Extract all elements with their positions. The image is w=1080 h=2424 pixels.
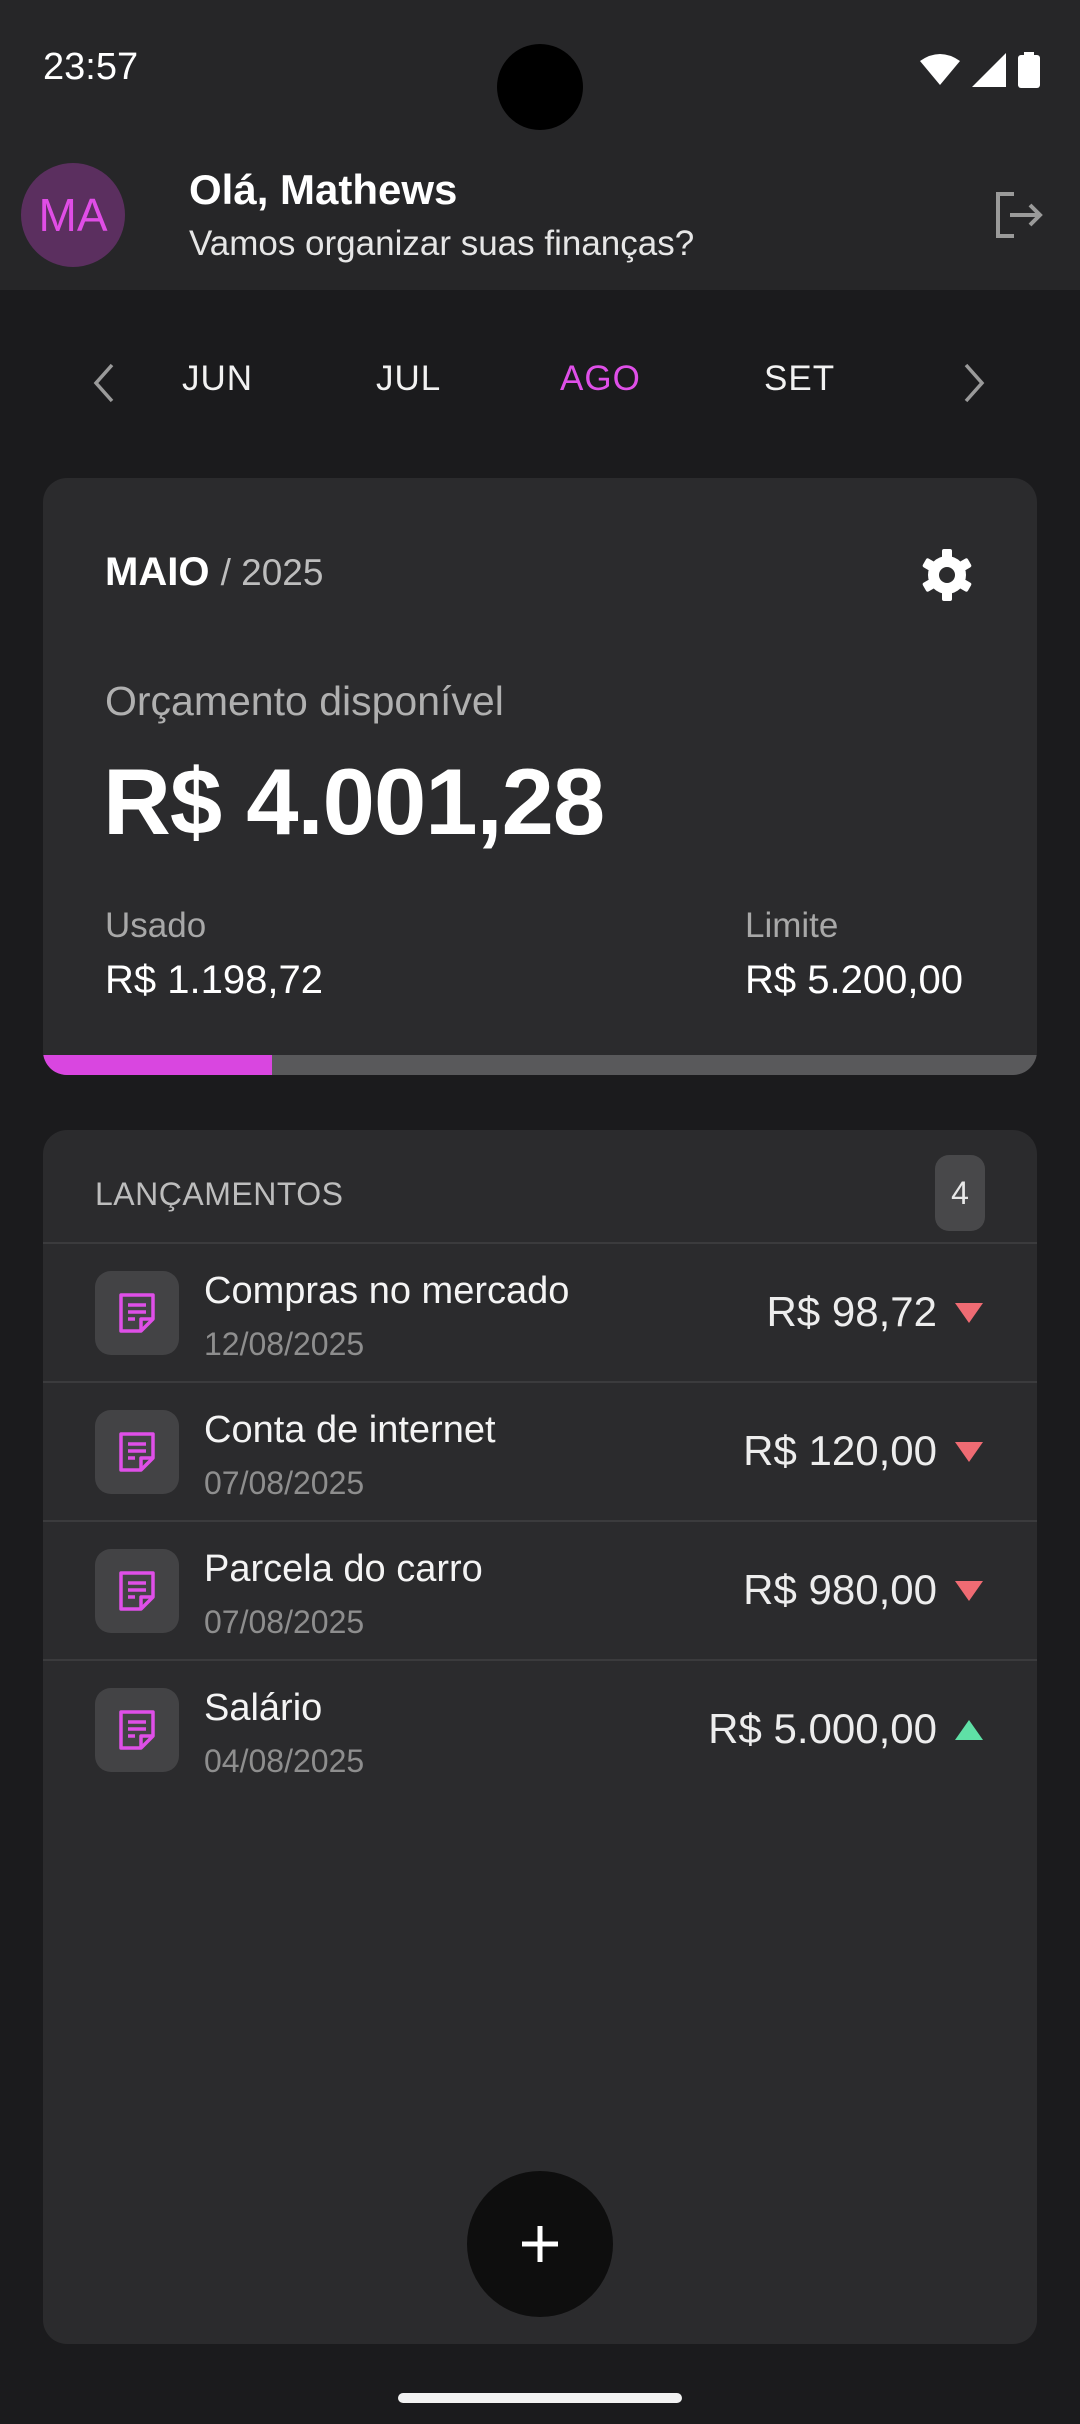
arrow-down-icon — [955, 1303, 983, 1323]
transaction-name: Compras no mercado — [204, 1270, 570, 1312]
wifi-icon — [920, 54, 960, 85]
transactions-count-badge: 4 — [935, 1155, 985, 1231]
month-jun[interactable]: JUN — [182, 359, 253, 399]
budget-period: MAIO / 2025 — [105, 550, 323, 595]
transactions-title: LANÇAMENTOS — [95, 1176, 344, 1212]
gear-icon[interactable] — [917, 545, 977, 605]
transaction-amount: R$ 98,72 — [766, 1288, 937, 1335]
battery-icon — [1018, 52, 1040, 88]
transaction-name: Conta de internet — [204, 1409, 496, 1451]
budget-card: MAIO / 2025 Orçamento disponível R$ 4.00… — [43, 478, 1037, 1075]
available-label: Orçamento disponível — [105, 678, 504, 724]
plus-icon — [522, 2226, 558, 2262]
available-value: R$ 4.001,28 — [103, 749, 605, 854]
app-screen: 23:57 MA Olá, Mathews Vamos organizar su… — [0, 0, 1080, 2424]
greeting-text: Olá, Mathews — [189, 166, 458, 213]
transaction-date: 07/08/2025 — [204, 1604, 365, 1640]
home-indicator[interactable] — [398, 2393, 682, 2403]
avatar[interactable]: MA — [21, 163, 125, 267]
transaction-row[interactable]: Conta de internet 07/08/2025 R$ 120,00 — [43, 1383, 1037, 1522]
logout-icon[interactable] — [992, 188, 1046, 242]
transaction-row[interactable]: Compras no mercado 12/08/2025 R$ 98,72 — [43, 1244, 1037, 1383]
transaction-name: Salário — [204, 1687, 323, 1729]
budget-progress-fill — [43, 1055, 273, 1075]
month-ago[interactable]: AGO — [560, 359, 641, 399]
used-value: R$ 1.198,72 — [105, 958, 323, 1002]
transaction-amount: R$ 5.000,00 — [708, 1705, 937, 1752]
transaction-date: 12/08/2025 — [204, 1326, 365, 1362]
front-camera — [497, 44, 583, 130]
month-jul[interactable]: JUL — [376, 359, 441, 399]
signal-icon — [972, 53, 1006, 87]
receipt-icon — [95, 1688, 179, 1772]
budget-progress-bar — [43, 1055, 1037, 1075]
month-selector: JUN JUL AGO SET — [0, 345, 1080, 421]
transaction-name: Parcela do carro — [204, 1548, 483, 1590]
limit-label: Limite — [745, 906, 839, 945]
transaction-row[interactable]: Salário 04/08/2025 R$ 5.000,00 — [43, 1661, 1037, 1800]
status-bar: 23:57 — [0, 0, 1080, 140]
transactions-card: LANÇAMENTOS 4 Compras no mercado 12/08/2… — [43, 1130, 1037, 2344]
arrow-down-icon — [955, 1581, 983, 1601]
status-time: 23:57 — [43, 46, 139, 88]
arrow-up-icon — [955, 1720, 983, 1740]
month-set[interactable]: SET — [764, 359, 835, 399]
budget-year: / 2025 — [220, 552, 324, 593]
limit-value: R$ 5.200,00 — [745, 958, 963, 1002]
chevron-right-icon[interactable] — [954, 361, 994, 405]
transactions-list: Compras no mercado 12/08/2025 R$ 98,72 C… — [43, 1244, 1037, 1800]
add-transaction-button[interactable] — [467, 2171, 613, 2317]
transaction-date: 04/08/2025 — [204, 1743, 365, 1779]
used-label: Usado — [105, 906, 207, 945]
arrow-down-icon — [955, 1442, 983, 1462]
receipt-icon — [95, 1410, 179, 1494]
transaction-amount: R$ 980,00 — [743, 1566, 937, 1613]
receipt-icon — [95, 1549, 179, 1633]
chevron-left-icon[interactable] — [84, 361, 124, 405]
transaction-amount: R$ 120,00 — [743, 1427, 937, 1474]
app-header: MA Olá, Mathews Vamos organizar suas fin… — [0, 140, 1080, 290]
transaction-row[interactable]: Parcela do carro 07/08/2025 R$ 980,00 — [43, 1522, 1037, 1661]
receipt-icon — [95, 1271, 179, 1355]
transactions-header: LANÇAMENTOS 4 — [43, 1130, 1037, 1244]
greeting-subtitle: Vamos organizar suas finanças? — [189, 224, 695, 263]
system-icons — [920, 50, 1040, 90]
transaction-date: 07/08/2025 — [204, 1465, 365, 1501]
budget-month: MAIO — [105, 550, 210, 594]
